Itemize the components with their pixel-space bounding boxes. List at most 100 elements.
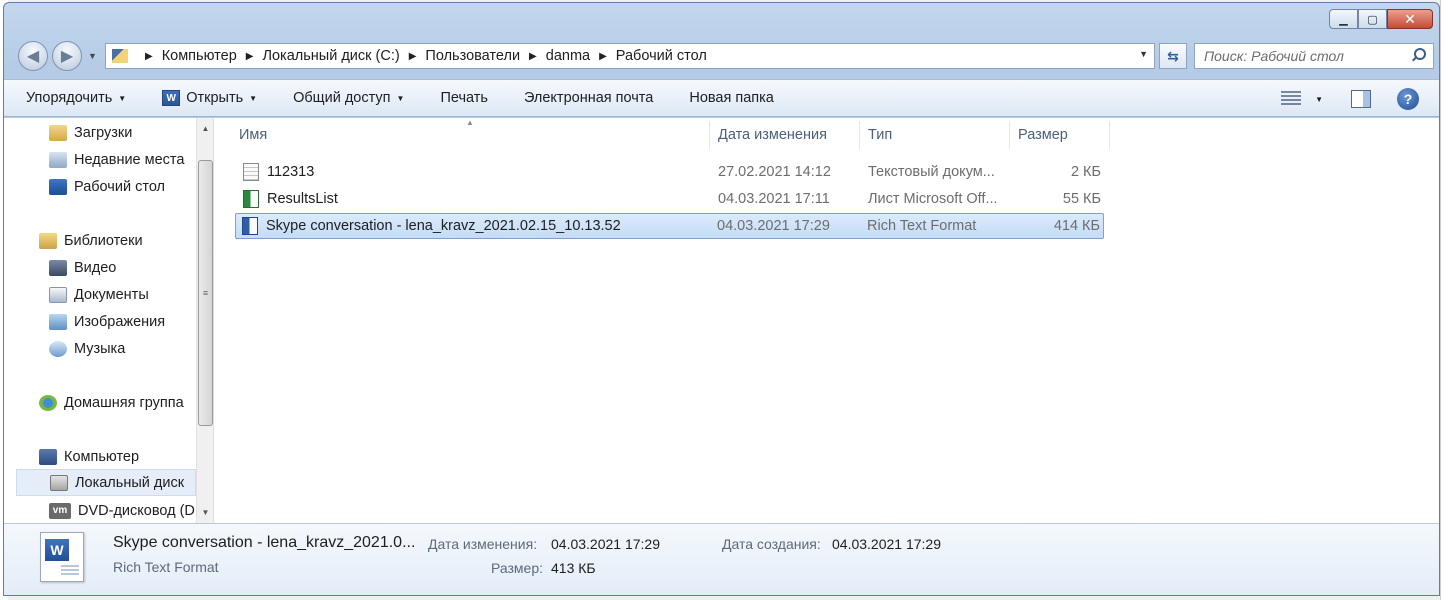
address-bar[interactable]: ▶ Компьютер ▶ Локальный диск (C:) ▶ Поль… <box>105 43 1155 69</box>
recent-pages-dropdown[interactable]: ▼ <box>88 51 97 61</box>
nav-item-desktop[interactable]: Рабочий стол <box>49 173 165 200</box>
folder-location-icon <box>112 49 128 63</box>
excel-file-icon <box>243 190 259 208</box>
file-type: Rich Text Format <box>867 218 977 234</box>
nav-item-label: Видео <box>74 259 117 276</box>
navigation-row: ◀ ▶ ▼ ▶ Компьютер ▶ Локальный диск (C:) … <box>4 41 1439 75</box>
view-details-icon[interactable] <box>1281 91 1302 107</box>
scroll-up-icon[interactable]: ▲ <box>197 120 214 137</box>
new-folder-button[interactable]: Новая папка <box>689 90 774 106</box>
nav-pane-scrollbar[interactable]: ▲ ≡ ▼ <box>196 118 213 523</box>
file-row[interactable]: 112313 27.02.2021 14:12 Текстовый докум.… <box>235 159 1104 185</box>
details-pane: W Skype conversation - lena_kravz_2021.0… <box>4 523 1439 595</box>
open-button[interactable]: W Открыть ▼ <box>162 90 257 106</box>
homegroup-icon <box>39 394 57 411</box>
address-dropdown-icon[interactable]: ▼ <box>1139 49 1148 59</box>
desktop-icon <box>49 178 67 195</box>
file-size: 414 КБ <box>1053 218 1100 234</box>
word-open-icon: W <box>162 90 181 106</box>
share-button[interactable]: Общий доступ ▼ <box>293 90 404 106</box>
file-name-cell: Skype conversation - lena_kravz_2021.02.… <box>242 214 712 238</box>
file-row[interactable]: ResultsList 04.03.2021 17:11 Лист Micros… <box>235 186 1104 212</box>
navigation-tree: Загрузки Недавние места Рабочий стол Биб… <box>4 118 196 523</box>
nav-item-images[interactable]: Изображения <box>49 308 165 335</box>
file-name-cell: ResultsList <box>243 186 703 212</box>
file-type: Лист Microsoft Off... <box>868 191 998 207</box>
downloads-icon <box>49 124 67 141</box>
email-label: Электронная почта <box>523 90 654 106</box>
minimize-button[interactable]: ▁ <box>1329 9 1358 29</box>
file-name-cell: 112313 <box>243 159 703 185</box>
details-created-value[interactable]: 04.03.2021 17:29 <box>832 536 941 552</box>
help-icon[interactable]: ? <box>1397 88 1419 110</box>
nav-item-label: Музыка <box>74 340 126 357</box>
nav-item-computer[interactable]: Компьютер <box>39 443 139 470</box>
column-header-size[interactable]: Размер <box>1010 121 1110 149</box>
breadcrumb-users[interactable]: Пользователи <box>425 48 520 64</box>
nav-item-documents[interactable]: Документы <box>49 281 149 308</box>
file-modified: 04.03.2021 17:11 <box>718 191 830 207</box>
breadcrumb-local-disk[interactable]: Локальный диск (C:) <box>262 48 399 64</box>
background-desktop-right <box>1440 0 1448 600</box>
refresh-icon: ⇆ <box>1167 47 1179 64</box>
nav-item-music[interactable]: Музыка <box>49 335 125 362</box>
nav-item-label: Компьютер <box>64 448 140 465</box>
open-label: Открыть <box>186 90 244 106</box>
file-size: 55 КБ <box>1062 191 1101 207</box>
nav-item-label: Загрузки <box>74 124 133 141</box>
search-placeholder: Поиск: Рабочий стол <box>1204 48 1344 64</box>
navigation-pane: Загрузки Недавние места Рабочий стол Биб… <box>4 118 214 523</box>
email-button[interactable]: Электронная почта <box>524 90 653 106</box>
print-button[interactable]: Печать <box>440 90 488 106</box>
maximize-button[interactable]: ▢ <box>1358 9 1387 29</box>
share-label: Общий доступ <box>293 90 391 106</box>
toolbar-right: ▼ ? <box>1281 88 1419 110</box>
forward-button[interactable]: ▶ <box>52 41 82 71</box>
nav-item-dvd-drive[interactable]: vm DVD-дисковод (D <box>49 497 195 523</box>
nav-item-local-disk[interactable]: Локальный диск <box>16 469 196 496</box>
scrollbar-thumb[interactable]: ≡ <box>198 160 213 426</box>
search-input[interactable]: Поиск: Рабочий стол <box>1194 43 1434 69</box>
breadcrumb-separator[interactable]: ▶ <box>409 51 417 62</box>
nav-item-label: Домашняя группа <box>64 394 184 411</box>
nav-item-downloads[interactable]: Загрузки <box>49 119 132 146</box>
video-icon <box>49 259 67 276</box>
breadcrumb-user[interactable]: danma <box>546 48 590 64</box>
command-bar: Упорядочить ▼ W Открыть ▼ Общий доступ ▼ Пе… <box>4 79 1439 117</box>
file-row-selected[interactable]: Skype conversation - lena_kravz_2021.02.… <box>235 213 1104 239</box>
details-size-value: 413 КБ <box>551 560 596 576</box>
column-header-modified[interactable]: Дата изменения <box>710 121 860 149</box>
nav-item-recent-places[interactable]: Недавние места <box>49 146 184 173</box>
breadcrumb-desktop[interactable]: Рабочий стол <box>616 48 707 64</box>
breadcrumb: ▶ Компьютер ▶ Локальный диск (C:) ▶ Поль… <box>136 48 707 64</box>
details-size-label: Размер: <box>491 560 544 576</box>
organize-label: Упорядочить <box>26 90 113 106</box>
breadcrumb-separator[interactable]: ▶ <box>529 51 537 62</box>
view-options-chevron-icon[interactable]: ▼ <box>1315 95 1323 104</box>
new-folder-label: Новая папка <box>689 90 774 106</box>
breadcrumb-separator[interactable]: ▶ <box>246 51 254 62</box>
breadcrumb-separator[interactable]: ▶ <box>145 51 153 62</box>
word-rtf-file-icon <box>242 217 258 235</box>
details-modified-value[interactable]: 04.03.2021 17:29 <box>551 536 660 552</box>
nav-item-homegroup[interactable]: Домашняя группа <box>39 389 184 416</box>
close-button[interactable]: ✕ <box>1387 9 1433 29</box>
column-header-type[interactable]: Тип <box>860 121 1010 149</box>
breadcrumb-separator[interactable]: ▶ <box>599 51 607 62</box>
refresh-button[interactable]: ⇆ <box>1159 43 1187 69</box>
breadcrumb-computer[interactable]: Компьютер <box>162 48 237 64</box>
nav-item-libraries[interactable]: Библиотеки <box>39 227 143 254</box>
back-button[interactable]: ◀ <box>18 41 48 71</box>
column-header-name[interactable]: Имя <box>231 121 710 149</box>
file-modified: 04.03.2021 17:29 <box>717 218 830 234</box>
search-icon[interactable] <box>1411 48 1426 62</box>
chevron-down-icon: ▼ <box>396 93 405 103</box>
preview-pane-icon[interactable] <box>1351 90 1371 108</box>
organize-button[interactable]: Упорядочить ▼ <box>26 90 126 106</box>
nav-item-video[interactable]: Видео <box>49 254 116 281</box>
scroll-down-icon[interactable]: ▼ <box>197 504 214 521</box>
file-name: Skype conversation - lena_kravz_2021.02.… <box>266 218 621 234</box>
caption-buttons: ▁ ▢ ✕ <box>1329 9 1433 29</box>
file-list: ▲ Имя Дата изменения Тип Размер 112313 2… <box>219 118 1439 523</box>
chevron-down-icon: ▼ <box>249 93 258 103</box>
